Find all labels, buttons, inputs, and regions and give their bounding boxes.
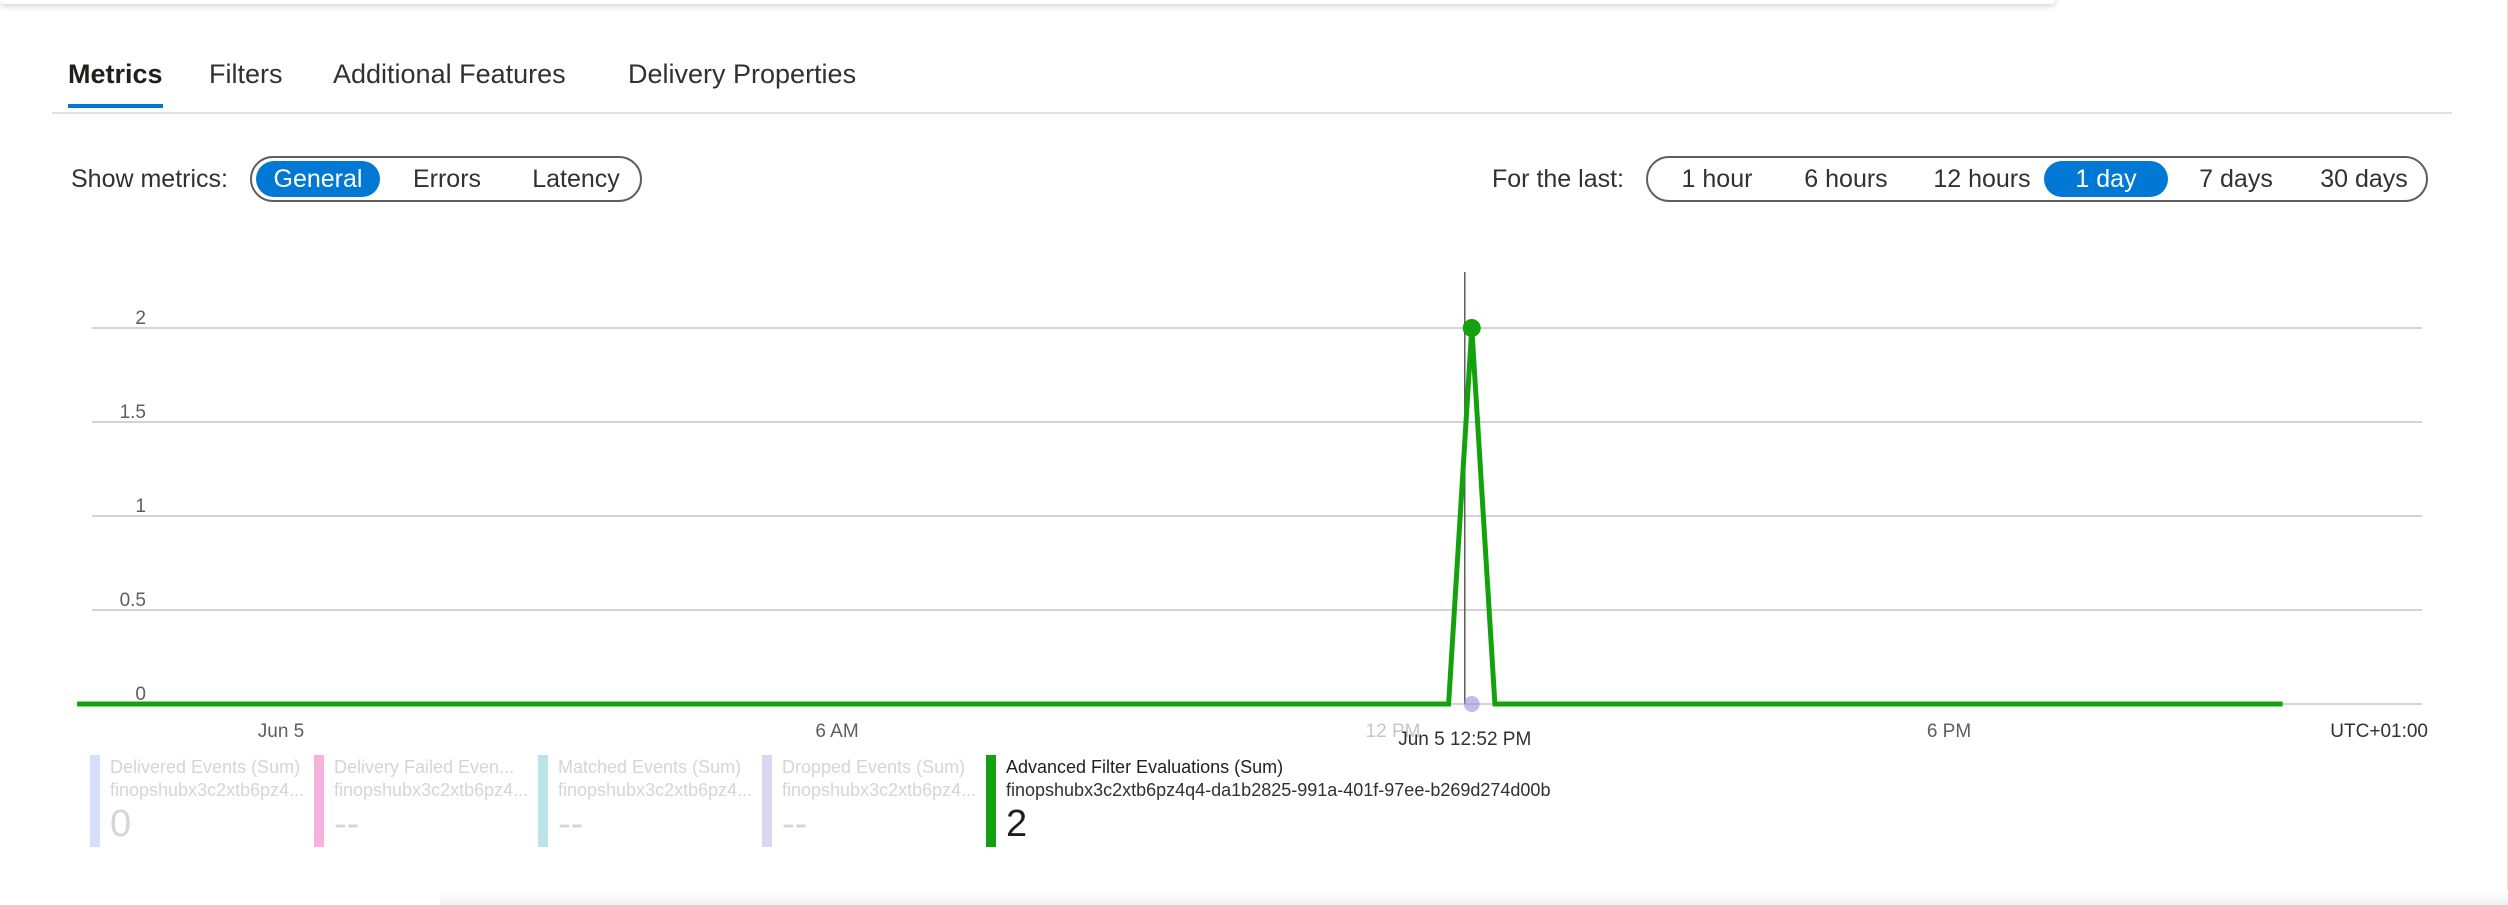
legend-item-delivered-events[interactable]: Delivered Events (Sum) finopshubx3c2xtb6…: [90, 755, 305, 847]
baseline-point-marker: [1463, 696, 1480, 712]
legend-title: Dropped Events (Sum): [782, 757, 966, 777]
y-tick-label: 1.5: [120, 402, 146, 423]
legend-color-bar: [986, 755, 996, 847]
legend-item-advanced-filter-evaluations[interactable]: Advanced Filter Evaluations (Sum) finops…: [986, 755, 1606, 847]
y-tick-label: 1: [135, 496, 146, 517]
legend-color-bar: [314, 755, 324, 847]
legend-color-bar: [538, 755, 548, 847]
legend-subtitle: finopshubx3c2xtb6pz4...: [782, 780, 977, 800]
bottom-edge: [440, 891, 2508, 905]
legend-item-matched-events[interactable]: Matched Events (Sum) finopshubx3c2xtb6pz…: [538, 755, 753, 847]
legend-subtitle: finopshubx3c2xtb6pz4...: [334, 780, 529, 800]
legend-item-dropped-events[interactable]: Dropped Events (Sum) finopshubx3c2xtb6pz…: [762, 755, 977, 847]
legend-title: Matched Events (Sum): [558, 757, 742, 777]
legend-subtitle: finopshubx3c2xtb6pz4...: [558, 780, 753, 800]
legend-title: Delivery Failed Even...: [334, 757, 515, 777]
legend-subtitle: finopshubx3c2xtb6pz4...: [110, 780, 305, 800]
cursor-time-label: Jun 5 12:52 PM: [1398, 729, 1531, 750]
legend-value: --: [558, 803, 584, 845]
legend-subtitle: finopshubx3c2xtb6pz4q4-da1b2825-991a-401…: [1006, 780, 1551, 800]
x-tick-label: Jun 5: [258, 721, 304, 742]
legend-item-delivery-failed-events[interactable]: Delivery Failed Even... finopshubx3c2xtb…: [314, 755, 529, 847]
legend-color-bar: [762, 755, 772, 847]
legend-color-bar: [90, 755, 100, 847]
legend-value: 2: [1006, 803, 1028, 845]
legend-title: Delivered Events (Sum): [110, 757, 301, 777]
x-tick-label: 6 PM: [1927, 721, 1971, 742]
timezone-label: UTC+01:00: [2330, 721, 2428, 742]
legend-title: Advanced Filter Evaluations (Sum): [1006, 757, 1284, 777]
legend-value: 0: [110, 803, 132, 845]
legend-value: --: [334, 803, 360, 845]
x-tick-label: 6 AM: [815, 721, 858, 742]
legend-value: --: [782, 803, 808, 845]
y-tick-label: 2: [135, 308, 146, 329]
y-tick-label: 0.5: [120, 590, 146, 611]
data-point-marker: [1462, 319, 1481, 337]
